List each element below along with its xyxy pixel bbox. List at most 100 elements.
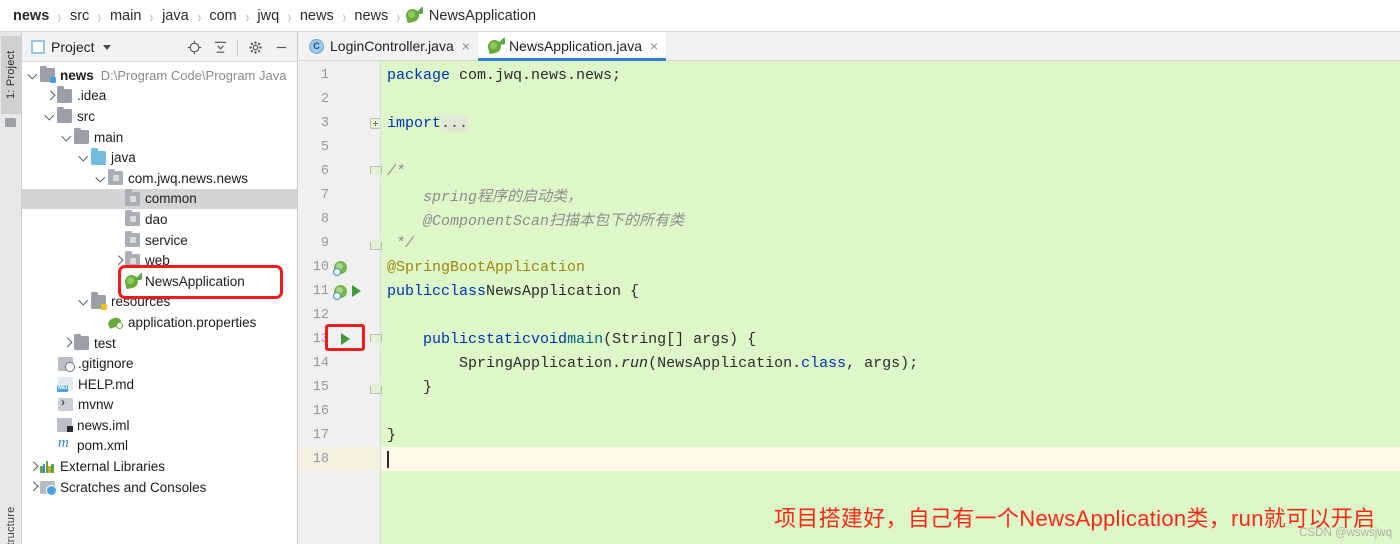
code-line[interactable] (381, 399, 1400, 423)
run-main-method-icon[interactable] (341, 333, 350, 345)
keyword-package: package (387, 66, 451, 84)
breadcrumb-item-java[interactable]: java (159, 8, 192, 24)
tree-node-label: External Libraries (60, 459, 166, 475)
code-line[interactable] (381, 303, 1400, 327)
gutter-icons (329, 135, 381, 159)
run-class-icon[interactable] (352, 285, 361, 297)
gutter-line: 14 (299, 351, 381, 375)
breadcrumb-separator: › (197, 5, 201, 26)
chevron-down-icon[interactable] (102, 45, 111, 50)
editor-gutter[interactable]: 1 2 3 5 6 7 8 9 10 11 12 13 14 15 16 17 18 (299, 61, 382, 544)
spring-boot-class-icon (486, 36, 505, 54)
tree-row[interactable]: news D:\Program Code\Program Java (22, 65, 297, 86)
chevron-down-icon[interactable] (27, 69, 40, 82)
tree-row[interactable]: test (22, 333, 297, 354)
line-number: 7 (320, 187, 329, 203)
code-line[interactable]: SpringApplication. run (NewsApplication. cl… (381, 351, 1400, 375)
breadcrumb-item-com[interactable]: com (206, 8, 239, 24)
tree-row[interactable]: service (22, 230, 297, 251)
spring-bean-icon[interactable] (332, 283, 349, 300)
tree-row[interactable]: application.properties (22, 312, 297, 333)
chevron-down-icon[interactable] (78, 295, 91, 308)
tree-row[interactable]: mvnw (22, 395, 297, 416)
code-line[interactable]: package com.jwq.news.news; (381, 63, 1400, 87)
tree-row[interactable]: news.iml (22, 415, 297, 436)
code-line[interactable]: */ (381, 231, 1400, 255)
locate-icon[interactable] (182, 35, 206, 59)
code-line[interactable]: import ... (381, 111, 1400, 135)
code-content[interactable]: package com.jwq.news.news; import ... /* s… (381, 61, 1400, 544)
tool-window-tab-project[interactable]: 1: Project (1, 36, 21, 114)
code-line[interactable]: @SpringBootApplication (381, 255, 1400, 279)
tree-node-label: src (77, 108, 95, 124)
iml-file-icon (57, 418, 73, 433)
spring-properties-icon (106, 315, 123, 330)
tree-row[interactable]: com.jwq.news.news (22, 168, 297, 189)
code-line[interactable]: spring程序的启动类， (381, 183, 1400, 207)
tree-row[interactable]: java (22, 147, 297, 168)
chevron-down-icon[interactable] (95, 172, 108, 185)
breadcrumb-item-src[interactable]: src (67, 8, 92, 24)
editor-tab-newsapplication[interactable]: NewsApplication.java × (477, 32, 667, 61)
tree-row[interactable]: main (22, 127, 297, 148)
tree-node-label: news.iml (77, 417, 130, 433)
close-icon[interactable]: × (650, 39, 658, 53)
comment-close: */ (387, 234, 415, 252)
code-editor[interactable]: 1 2 3 5 6 7 8 9 10 11 12 13 14 15 16 17 18 package com.j… (299, 61, 1400, 544)
tree-row[interactable]: External Libraries (22, 456, 297, 477)
chevron-right-icon[interactable] (27, 460, 40, 473)
breadcrumb-item-news[interactable]: news (351, 8, 391, 24)
tree-row[interactable]: web (22, 250, 297, 271)
tree-row[interactable]: src (22, 106, 297, 127)
close-icon[interactable]: × (462, 39, 470, 53)
chevron-down-icon[interactable] (44, 110, 57, 123)
tree-row[interactable]: resources (22, 292, 297, 313)
code-line[interactable] (381, 135, 1400, 159)
code-line[interactable] (381, 87, 1400, 111)
tree-row[interactable]: pom.xml (22, 435, 297, 457)
tree-row[interactable]: common (22, 188, 297, 210)
code-line[interactable]: public static void main (String[] args) { (381, 327, 1400, 351)
code-text: SpringApplication. (387, 354, 622, 372)
folded-imports[interactable]: ... (441, 114, 469, 132)
breadcrumb-item-news[interactable]: news (297, 8, 337, 24)
code-line[interactable]: /* (381, 159, 1400, 183)
editor-tab-logincontroller[interactable]: C LoginController.java × (299, 32, 478, 60)
tree-row[interactable]: .idea (22, 86, 297, 107)
hide-panel-icon[interactable] (269, 35, 293, 59)
project-tree[interactable]: news D:\Program Code\Program Java .idea src… (22, 62, 297, 497)
spring-bean-icon[interactable] (332, 259, 349, 276)
breadcrumb-item-jwq[interactable]: jwq (254, 8, 282, 24)
tool-window-tab-structure[interactable]: Structure (1, 484, 21, 544)
shell-script-icon (58, 395, 73, 412)
annotation-springbootapplication: @SpringBootApplication (387, 258, 586, 276)
chevron-right-icon[interactable] (112, 254, 125, 267)
code-line[interactable]: } (381, 423, 1400, 447)
chevron-right-icon[interactable] (61, 337, 74, 350)
collapse-all-icon[interactable] (208, 35, 232, 59)
gutter-line: 12 (299, 303, 381, 327)
gutter-icons (329, 447, 381, 471)
breadcrumb-item-newsapplication[interactable]: NewsApplication (404, 6, 539, 24)
breadcrumb-item-news[interactable]: news (10, 8, 52, 24)
chevron-right-icon[interactable] (44, 89, 57, 102)
code-line[interactable]: public class NewsApplication { (381, 279, 1400, 303)
tree-row[interactable]: HELP.md (22, 374, 297, 395)
tree-row[interactable]: .gitignore (22, 353, 297, 374)
chevron-down-icon[interactable] (61, 131, 74, 144)
keyword-public: public (423, 330, 478, 348)
code-line[interactable]: @ComponentScan扫描本包下的所有类 (381, 207, 1400, 231)
tree-row[interactable]: Scratches and Consoles (22, 477, 297, 498)
tree-row[interactable]: NewsApplication (22, 271, 297, 292)
settings-gear-icon[interactable] (243, 35, 267, 59)
chevron-right-icon[interactable] (27, 481, 40, 494)
tree-row[interactable]: dao (22, 209, 297, 230)
chevron-down-icon[interactable] (78, 151, 91, 164)
tree-node-label: news (60, 67, 94, 83)
code-line[interactable]: } (381, 375, 1400, 399)
toolbar-divider (237, 39, 238, 55)
breadcrumb-separator: › (150, 5, 154, 26)
breadcrumb-item-main[interactable]: main (107, 8, 144, 24)
code-line[interactable] (381, 447, 1400, 471)
